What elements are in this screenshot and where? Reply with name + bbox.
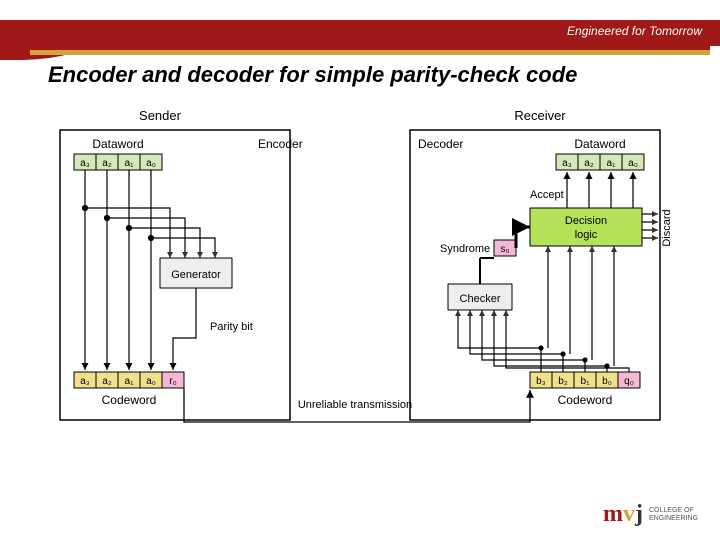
svg-text:a₃: a₃ bbox=[80, 158, 90, 169]
svg-text:a₁: a₁ bbox=[607, 158, 617, 169]
tagline: Engineered for Tomorrow bbox=[567, 24, 702, 38]
svg-text:Decision: Decision bbox=[565, 215, 607, 227]
svg-text:b₁: b₁ bbox=[581, 376, 591, 387]
svg-text:a₀: a₀ bbox=[146, 376, 156, 387]
svg-text:a₁: a₁ bbox=[125, 158, 135, 169]
svg-text:s₀: s₀ bbox=[500, 244, 509, 255]
syndrome-label: Syndrome bbox=[440, 243, 490, 255]
svg-text:a₂: a₂ bbox=[584, 158, 594, 169]
svg-text:a₃: a₃ bbox=[80, 376, 90, 387]
svg-text:b₂: b₂ bbox=[558, 376, 568, 387]
svg-text:Generator: Generator bbox=[171, 269, 221, 281]
svg-text:a₀: a₀ bbox=[628, 158, 638, 169]
accept-label: Accept bbox=[530, 189, 564, 201]
receiver-codeword-bits: b₃ b₂ b₁ b₀ q₀ bbox=[530, 372, 640, 388]
sender-codeword-bits: a₃ a₂ a₁ a₀ r₀ bbox=[74, 372, 184, 388]
svg-text:a₂: a₂ bbox=[102, 376, 112, 387]
discard-label: Discard bbox=[661, 209, 673, 246]
encoder-label: Encoder bbox=[258, 137, 303, 151]
svg-text:a₃: a₃ bbox=[562, 158, 572, 169]
sender-dataword-bits: a₃ a₂ a₁ a₀ bbox=[74, 154, 162, 170]
svg-text:q₀: q₀ bbox=[624, 376, 634, 387]
svg-text:a₀: a₀ bbox=[146, 158, 156, 169]
receiver-codeword-label: Codeword bbox=[558, 393, 613, 407]
sender-label: Sender bbox=[139, 108, 182, 123]
svg-text:a₂: a₂ bbox=[102, 158, 112, 169]
parity-bit-label: Parity bit bbox=[210, 321, 253, 333]
svg-text:r₀: r₀ bbox=[169, 376, 176, 387]
decoder-label: Decoder bbox=[418, 137, 463, 151]
receiver-dataword-label: Dataword bbox=[574, 137, 625, 151]
sender-codeword-label: Codeword bbox=[102, 393, 157, 407]
svg-text:Checker: Checker bbox=[460, 293, 501, 305]
slide-title: Encoder and decoder for simple parity-ch… bbox=[48, 62, 577, 88]
header-bar: Engineered for Tomorrow bbox=[0, 20, 720, 46]
receiver-dataword-bits: a₃ a₂ a₁ a₀ bbox=[556, 154, 644, 170]
svg-text:Unreliable transmission: Unreliable transmission bbox=[298, 399, 412, 411]
sender-dataword-label: Dataword bbox=[92, 137, 143, 151]
svg-text:a₁: a₁ bbox=[125, 376, 135, 387]
svg-text:b₀: b₀ bbox=[602, 376, 612, 387]
svg-text:b₃: b₃ bbox=[536, 376, 546, 387]
banner-accent bbox=[0, 46, 720, 60]
svg-text:logic: logic bbox=[575, 229, 598, 241]
parity-check-diagram: Sender Receiver Encoder Decoder Dataword… bbox=[40, 108, 680, 448]
receiver-label: Receiver bbox=[514, 108, 566, 123]
footer-logo: mvj COLLEGE OFENGINEERING bbox=[603, 501, 698, 528]
